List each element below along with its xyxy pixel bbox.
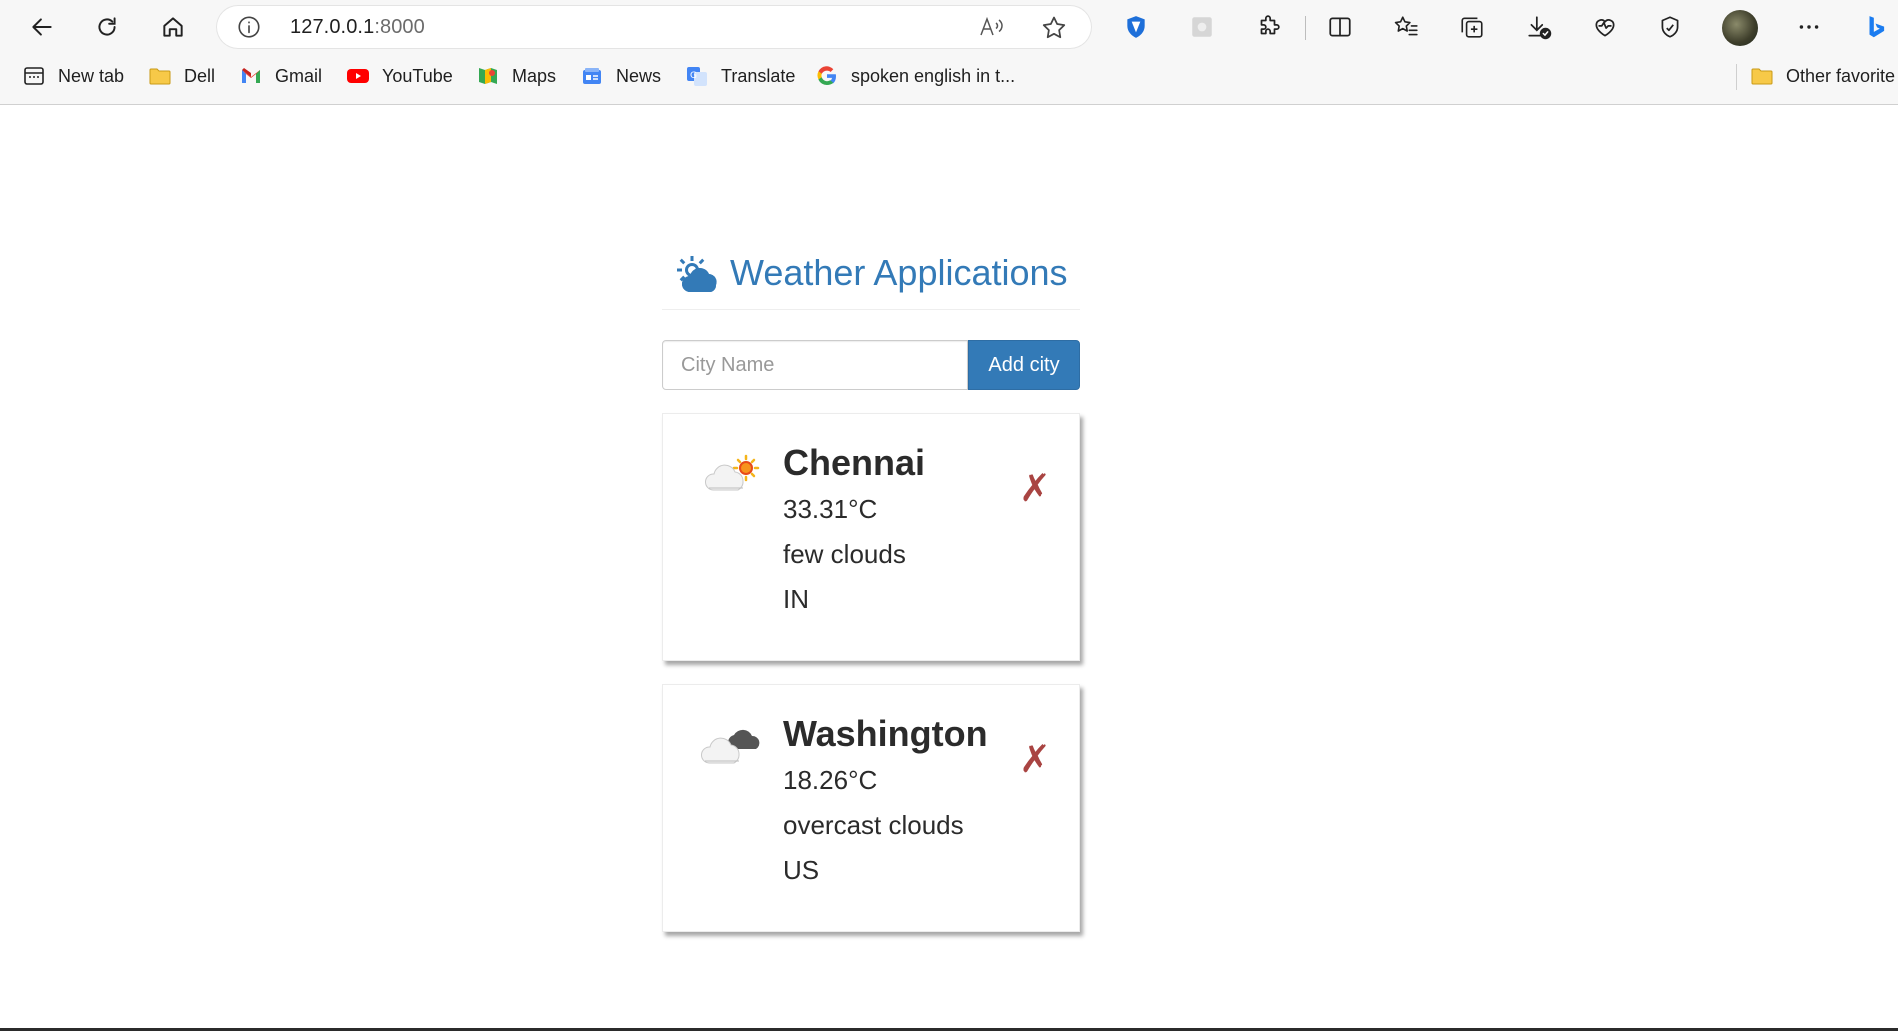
new-tab-icon — [22, 64, 46, 88]
folder-icon — [148, 64, 172, 88]
bookmarks-divider — [1736, 64, 1737, 90]
news-icon — [580, 64, 604, 88]
add-favorite-star-icon[interactable] — [1040, 14, 1068, 42]
favorites-list-icon — [1394, 16, 1418, 36]
back-button[interactable] — [24, 9, 60, 45]
url-host: 127.0.0.1 — [290, 16, 375, 38]
bookmark-label: spoken english in t... — [851, 65, 1016, 86]
extension-grey-button[interactable] — [1184, 9, 1220, 45]
bookmark-label: News — [616, 65, 662, 86]
browser-essentials-button[interactable] — [1587, 9, 1623, 45]
bookmark-label: Gmail — [275, 65, 323, 86]
page-title: Weather Applications — [730, 252, 1068, 293]
youtube-icon — [346, 64, 370, 88]
city-name: Washington — [783, 713, 988, 754]
add-city-form: Add city — [662, 340, 1080, 390]
bookmark-news[interactable]: News — [580, 63, 661, 89]
puzzle-icon — [1260, 15, 1280, 35]
sun-cloud-logo-icon — [677, 256, 717, 292]
back-arrow-icon — [32, 18, 52, 36]
shield-icon — [1127, 16, 1145, 38]
collections-button[interactable] — [1454, 9, 1490, 45]
download-icon — [1528, 16, 1552, 40]
bookmark-youtube[interactable]: YouTube — [346, 63, 453, 89]
bookmark-spoken-english[interactable]: spoken english in t... — [815, 63, 1015, 89]
country-code: IN — [783, 584, 809, 614]
city-temperature: 18.26°C — [783, 765, 878, 795]
bing-icon — [1869, 16, 1885, 38]
svg-text:G: G — [690, 71, 697, 81]
app-header: Weather Applications — [662, 246, 1080, 310]
split-screen-icon — [1329, 17, 1351, 37]
bookmarks-bar: New tab Dell Gmail YouTube Maps News G T… — [0, 56, 1898, 96]
city-name-input[interactable] — [662, 340, 968, 390]
few-clouds-icon — [705, 454, 760, 491]
heart-pulse-icon — [1595, 19, 1615, 37]
home-button[interactable] — [155, 9, 191, 45]
read-aloud-icon[interactable] — [978, 15, 1006, 41]
country-code: US — [783, 855, 820, 885]
site-info-icon[interactable] — [236, 14, 262, 40]
bookmark-translate[interactable]: G Translate — [685, 63, 795, 89]
city-card-washington: Washington 18.26°C overcast clouds US ✗ — [662, 684, 1080, 932]
gmail-icon — [239, 64, 263, 88]
google-icon — [815, 64, 839, 88]
downloads-button[interactable] — [1521, 9, 1557, 45]
bookmark-gmail[interactable]: Gmail — [239, 63, 322, 89]
more-horizontal-icon — [1799, 25, 1819, 29]
extension-puzzle-grey-icon — [1192, 17, 1212, 37]
city-card-chennai: Chennai 33.31°C few clouds IN ✗ — [662, 413, 1080, 661]
settings-more-button[interactable] — [1791, 9, 1827, 45]
city-temperature: 33.31°C — [783, 494, 878, 524]
address-bar[interactable]: 127.0.0.1:8000 — [216, 5, 1092, 49]
page-content: Weather Applications Add city Chennai 33… — [0, 106, 1898, 1031]
add-city-button[interactable]: Add city — [968, 340, 1080, 390]
browser-chrome: 127.0.0.1:8000 New tab Dell Gmail YouTub… — [0, 0, 1898, 105]
refresh-icon — [98, 17, 116, 36]
delete-city-button[interactable]: ✗ — [1019, 470, 1051, 508]
delete-city-button[interactable]: ✗ — [1019, 741, 1051, 779]
overcast-clouds-icon — [701, 729, 760, 764]
performance-icon — [1661, 16, 1679, 38]
weather-description: overcast clouds — [783, 810, 964, 840]
bookmark-label: New tab — [58, 65, 125, 86]
browser-toolbar: 127.0.0.1:8000 — [0, 0, 1898, 54]
translate-icon: G — [685, 64, 709, 88]
bookmark-label: YouTube — [382, 65, 453, 86]
bookmark-label: Translate — [721, 65, 796, 86]
extensions-button[interactable] — [1250, 9, 1286, 45]
favorites-button[interactable] — [1388, 9, 1424, 45]
bookmark-label: Maps — [512, 65, 557, 86]
collections-icon — [1461, 17, 1483, 38]
split-screen-button[interactable] — [1322, 9, 1358, 45]
folder-icon — [1750, 64, 1774, 88]
toolbar-divider — [1305, 16, 1306, 40]
bookmark-other-favorites[interactable]: Other favorite — [1750, 63, 1895, 89]
url-text: 127.0.0.1:8000 — [290, 16, 425, 39]
bookmark-label: Other favorite — [1786, 65, 1896, 86]
city-name: Chennai — [783, 442, 926, 483]
performance-button[interactable] — [1652, 9, 1688, 45]
bing-copilot-button[interactable] — [1856, 9, 1896, 45]
weather-description: few clouds — [783, 539, 906, 569]
profile-avatar[interactable] — [1722, 10, 1758, 46]
vpn-shield-button[interactable] — [1118, 9, 1154, 45]
maps-icon — [476, 64, 500, 88]
home-icon — [163, 17, 183, 37]
bookmark-label: Dell — [184, 65, 216, 86]
refresh-button[interactable] — [89, 9, 125, 45]
bookmark-new-tab[interactable]: New tab — [22, 63, 124, 89]
url-port: :8000 — [374, 16, 425, 38]
bookmark-maps[interactable]: Maps — [476, 63, 556, 89]
bookmark-dell[interactable]: Dell — [148, 63, 215, 89]
